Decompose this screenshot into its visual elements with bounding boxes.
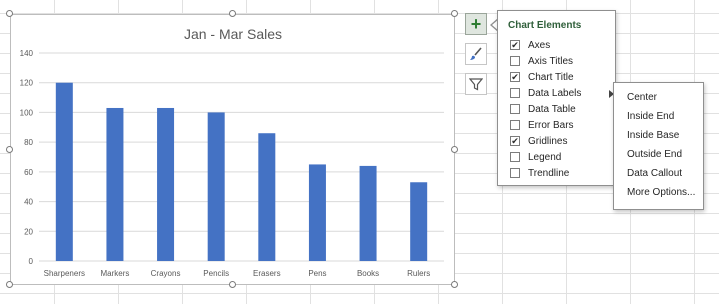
y-tick-label: 60 (24, 168, 33, 177)
checkbox-checked[interactable]: ✔ (510, 136, 520, 146)
panel-title: Chart Elements (508, 20, 582, 31)
brush-icon (470, 47, 482, 60)
option-gridlines[interactable]: ✔ Gridlines (510, 133, 567, 149)
chart-elements-button[interactable]: + (465, 13, 487, 35)
x-tick-label: Sharpeners (44, 269, 85, 278)
chart-area[interactable]: Jan - Mar Sales 0 20 40 60 80 100 120 140 Sharpe… (10, 14, 455, 285)
x-tick-label: Erasers (253, 269, 281, 278)
resize-handle-bottom-center[interactable] (229, 281, 236, 288)
filter-icon (469, 78, 483, 91)
resize-handle-top-right[interactable] (451, 10, 458, 17)
checkbox-checked[interactable]: ✔ (510, 40, 520, 50)
bar-chart: Jan - Mar Sales 0 20 40 60 80 100 120 140 Sharpe… (20, 26, 444, 278)
x-tick-label: Books (357, 269, 379, 278)
option-label: Gridlines (528, 135, 568, 147)
option-data-labels[interactable]: Data Labels (510, 85, 614, 101)
x-tick-label: Markers (100, 269, 129, 278)
checkbox[interactable] (510, 56, 520, 66)
option-axes[interactable]: ✔ Axes (510, 37, 550, 53)
resize-handle-top-center[interactable] (229, 10, 236, 17)
y-tick-label: 40 (24, 198, 33, 207)
checkbox[interactable] (510, 104, 520, 114)
checkbox[interactable] (510, 152, 520, 162)
option-label: Error Bars (528, 119, 574, 131)
checkbox[interactable] (510, 88, 520, 98)
checkbox-checked[interactable]: ✔ (510, 72, 520, 82)
option-data-table[interactable]: Data Table (510, 101, 576, 117)
y-tick-label: 100 (20, 108, 34, 117)
menu-item-inside-base[interactable]: Inside Base (627, 130, 679, 141)
bar-pens[interactable] (308, 164, 326, 261)
option-legend[interactable]: Legend (510, 149, 561, 165)
resize-handle-middle-right[interactable] (451, 146, 458, 153)
menu-item-inside-end[interactable]: Inside End (627, 111, 674, 122)
option-label: Chart Title (528, 71, 574, 83)
bar-rulers[interactable] (410, 182, 428, 261)
menu-item-center[interactable]: Center (627, 92, 657, 103)
bar-erasers[interactable] (258, 133, 276, 261)
bar-crayons[interactable] (157, 107, 175, 261)
option-label: Legend (528, 151, 562, 163)
chart-filters-button[interactable] (465, 73, 487, 95)
plus-icon: + (470, 14, 482, 34)
y-tick-label: 20 (24, 227, 33, 236)
checkbox[interactable] (510, 120, 520, 130)
y-tick-label: 0 (29, 257, 34, 266)
option-label: Axis Titles (528, 55, 574, 67)
y-tick-label: 140 (20, 49, 34, 58)
y-tick-label: 120 (20, 79, 34, 88)
data-labels-submenu: Center Inside End Inside Base Outside En… (613, 82, 704, 210)
option-chart-title[interactable]: ✔ Chart Title (510, 69, 574, 85)
option-error-bars[interactable]: Error Bars (510, 117, 574, 133)
x-tick-label: Pencils (203, 269, 229, 278)
bar-books[interactable] (359, 165, 377, 261)
chart-styles-button[interactable] (465, 43, 487, 65)
option-label: Data Table (528, 103, 576, 115)
chart-elements-panel: Chart Elements ✔ Axes Axis Titles ✔ Char… (497, 10, 616, 186)
x-tick-label: Crayons (151, 269, 181, 278)
y-tick-label: 80 (24, 138, 33, 147)
resize-handle-bottom-right[interactable] (451, 281, 458, 288)
resize-handle-bottom-left[interactable] (6, 281, 13, 288)
resize-handle-middle-left[interactable] (6, 146, 13, 153)
chart-title[interactable]: Jan - Mar Sales (184, 26, 282, 42)
option-label: Data Labels (528, 87, 582, 99)
menu-item-outside-end[interactable]: Outside End (627, 149, 682, 160)
menu-item-more-options[interactable]: More Options... (627, 187, 695, 198)
option-label: Axes (528, 39, 551, 51)
x-tick-label: Pens (308, 269, 326, 278)
bar-markers[interactable] (106, 107, 124, 261)
x-tick-label: Rulers (407, 269, 430, 278)
bar-pencils[interactable] (207, 112, 225, 261)
option-label: Trendline (528, 167, 570, 179)
resize-handle-top-left[interactable] (6, 10, 13, 17)
bar-sharpeners[interactable] (55, 82, 73, 261)
menu-item-data-callout[interactable]: Data Callout (627, 168, 682, 179)
checkbox[interactable] (510, 168, 520, 178)
option-axis-titles[interactable]: Axis Titles (510, 53, 573, 69)
option-trendline[interactable]: Trendline (510, 165, 569, 181)
